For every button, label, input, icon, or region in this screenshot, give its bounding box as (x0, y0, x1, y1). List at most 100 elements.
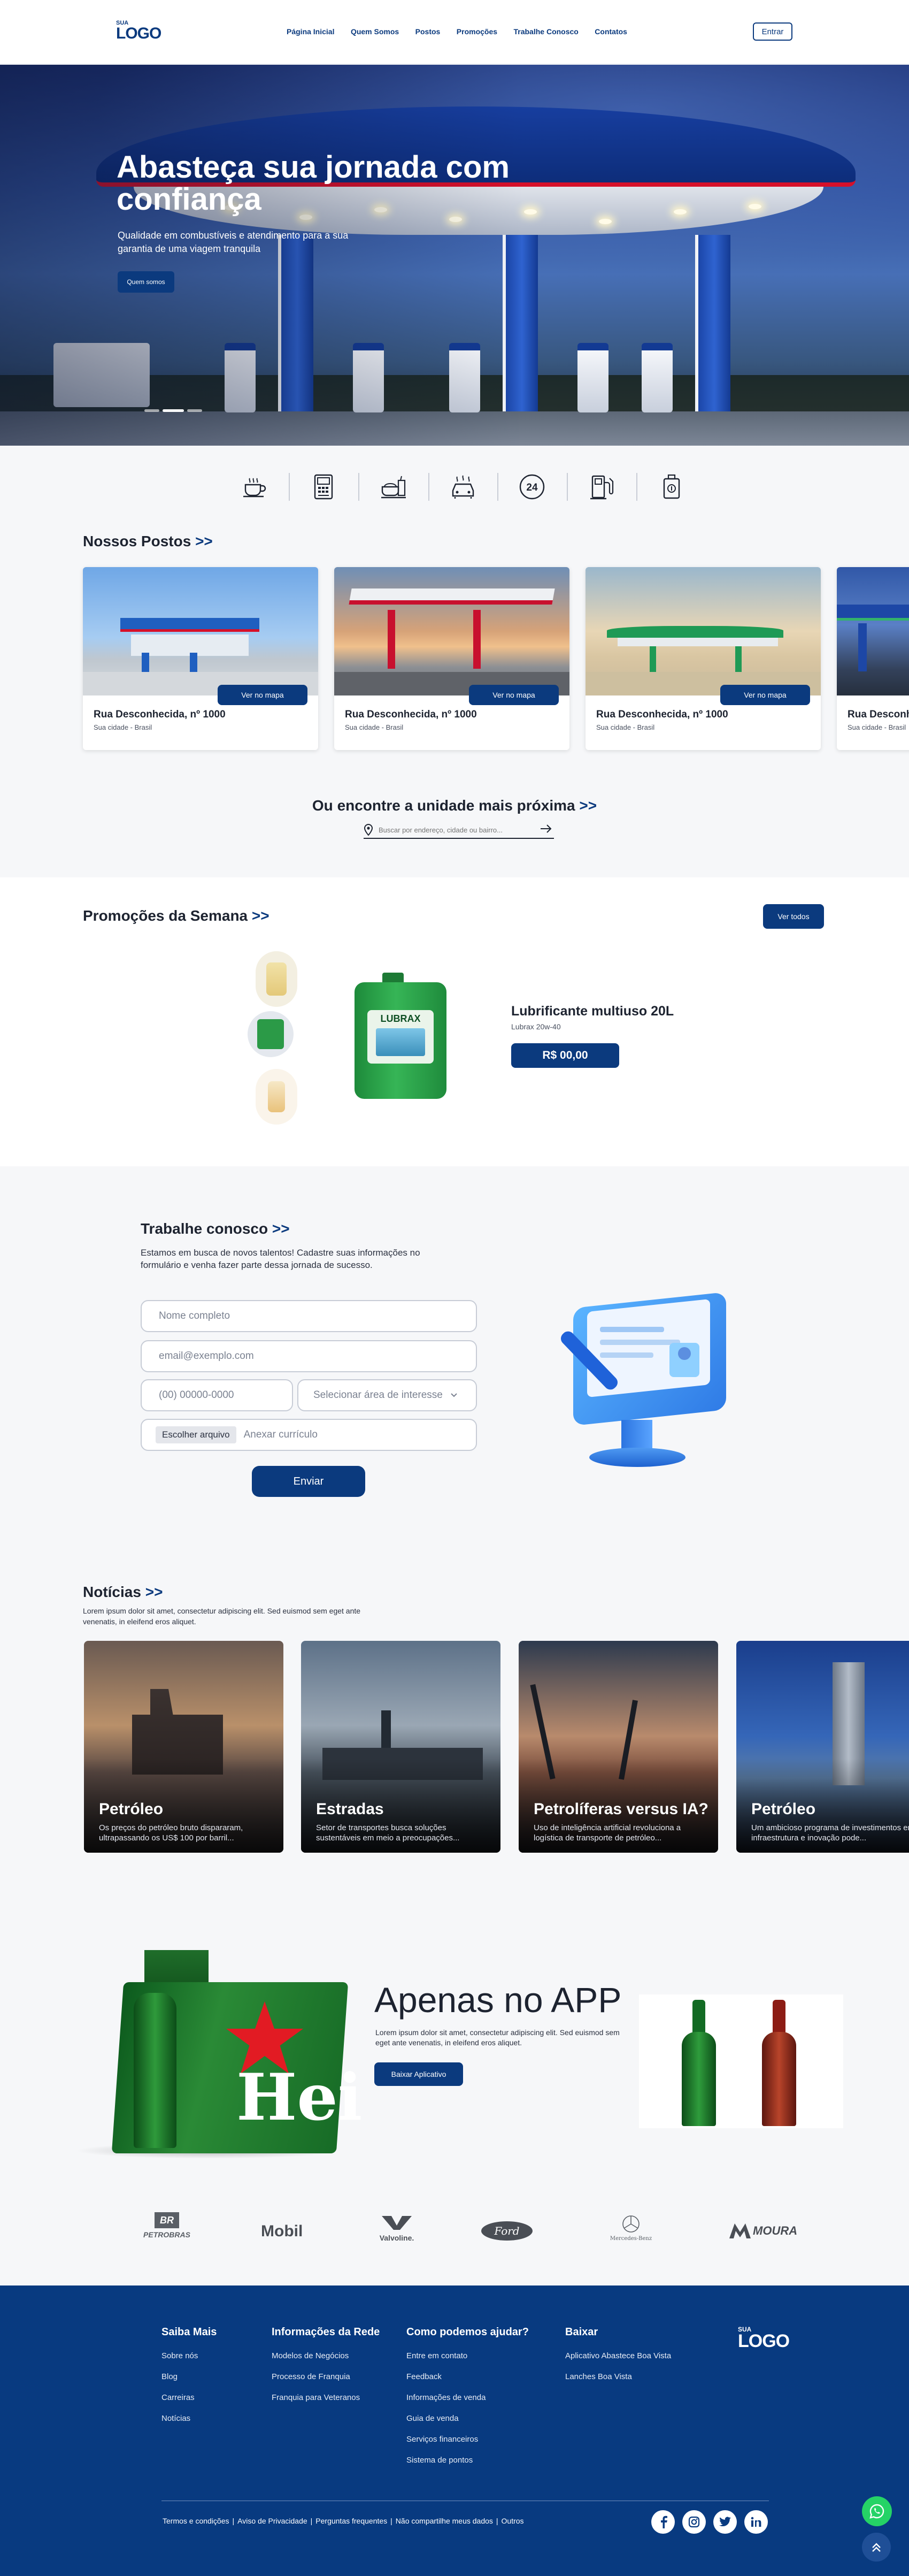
footer-link[interactable]: Aplicativo Abastece Boa Vista (565, 2351, 671, 2360)
moura-logo[interactable]: MOURA (729, 2223, 797, 2238)
footer-link[interactable]: Serviços financeiros (406, 2435, 529, 2444)
product-name: Lubrificante multiuso 20L (511, 1004, 674, 1019)
submit-button[interactable]: Enviar (252, 1466, 365, 1497)
brand-name: MOURA (753, 2224, 798, 2237)
product-price[interactable]: R$ 00,00 (511, 1043, 619, 1068)
footer-link[interactable]: Blog (161, 2372, 217, 2381)
station-card[interactable]: Ver no mapa Rua Desconhecida, nº 1000 Su… (83, 567, 318, 750)
station-city: Sua cidade - Brasil (345, 723, 404, 731)
product-thumbnail-active[interactable] (248, 1011, 294, 1057)
bottle-image (268, 1081, 285, 1112)
nav-promotions[interactable]: Promoções (457, 27, 497, 36)
station-card[interactable]: Ver no mapa Rua Desconhecida, nº 1000 Su… (586, 567, 821, 750)
carousel-dot-active[interactable] (163, 409, 184, 412)
login-button[interactable]: Entrar (753, 22, 792, 41)
instagram-icon[interactable] (682, 2510, 706, 2534)
news-card[interactable]: Estradas Setor de transportes busca solu… (301, 1641, 500, 1853)
legal-links: Termos e condições | Aviso de Privacidade… (163, 2517, 524, 2525)
linkedin-icon[interactable] (744, 2510, 768, 2534)
station-card[interactable]: Ver no mapa Rua Desconhecida, nº 1000 Su… (334, 567, 569, 750)
station-card[interactable]: Rua Desconhecida, nº 1000 Sua cidade - B… (837, 567, 909, 750)
footer-logo[interactable]: SUA LOGO (738, 2326, 790, 2350)
resume-upload[interactable]: Escolher arquivo Anexar currículo (141, 1419, 477, 1451)
footer-link[interactable]: Lanches Boa Vista (565, 2372, 671, 2381)
back-to-top-icon[interactable] (862, 2533, 891, 2562)
legal-link[interactable]: Aviso de Privacidade (237, 2517, 307, 2525)
news-card-text: Setor de transportes busca soluções sust… (316, 1823, 460, 1843)
petrobras-logo[interactable]: BR PETROBRAS (135, 2212, 199, 2239)
nav-stations[interactable]: Postos (415, 27, 441, 36)
mercedes-logo[interactable]: Mercedes-Benz (604, 2215, 658, 2242)
nav-contact[interactable]: Contatos (595, 27, 627, 36)
product-thumbnail[interactable] (256, 1069, 297, 1125)
nav-about[interactable]: Quem Somos (351, 27, 399, 36)
mobil-logo[interactable]: Mobil (261, 2222, 303, 2241)
location-search-input[interactable] (379, 824, 528, 836)
nav-careers[interactable]: Trabalhe Conosco (513, 27, 578, 36)
facebook-icon[interactable] (651, 2510, 675, 2534)
canopy-light (674, 209, 687, 215)
carousel-dot[interactable] (144, 409, 159, 412)
news-arrow[interactable]: >> (145, 1584, 163, 1600)
news-title: Notícias >> (83, 1584, 163, 1601)
green-bottle (682, 2032, 716, 2126)
footer-link[interactable]: Carreiras (161, 2393, 217, 2402)
twitter-icon[interactable] (713, 2510, 737, 2534)
promotions-arrow[interactable]: >> (252, 907, 269, 924)
footer-link[interactable]: Sistema de pontos (406, 2456, 529, 2465)
area-select[interactable]: Selecionar área de interesse (297, 1379, 477, 1411)
footer-link[interactable]: Sobre nós (161, 2351, 217, 2360)
news-card[interactable]: Petrolíferas versus IA? Uso de inteligên… (519, 1641, 718, 1853)
phone-field[interactable]: (00) 00000-0000 (141, 1379, 293, 1411)
pump (190, 653, 197, 674)
footer-link[interactable]: Processo de Franquia (272, 2372, 380, 2381)
footer-link[interactable]: Entre em contato (406, 2351, 529, 2360)
view-map-button[interactable]: Ver no mapa (720, 685, 810, 705)
legal-link[interactable]: Outros (502, 2517, 524, 2525)
see-all-button[interactable]: Ver todos (763, 904, 824, 929)
hero-carousel-dots (144, 405, 205, 415)
divider (358, 473, 359, 501)
arrow-right-icon[interactable] (540, 824, 552, 836)
view-map-button[interactable]: Ver no mapa (469, 685, 559, 705)
canopy-light (524, 209, 537, 215)
ford-logo[interactable]: Ford (481, 2221, 533, 2241)
pillar (695, 235, 730, 411)
footer-col-download: Baixar Aplicativo Abastece Boa Vista Lan… (565, 2326, 671, 2393)
footer-link[interactable]: Notícias (161, 2414, 217, 2423)
valvoline-logo[interactable]: Valvoline. (375, 2215, 418, 2242)
name-field[interactable]: Nome completo (141, 1300, 477, 1332)
pillar (858, 623, 867, 671)
carousel-dot[interactable] (187, 409, 202, 412)
area-select-value: Selecionar área de interesse (313, 1389, 443, 1401)
footer-col-help: Como podemos ajudar? Entre em contato Fe… (406, 2326, 529, 2476)
legal-link[interactable]: Perguntas frequentes (315, 2517, 387, 2525)
legal-link[interactable]: Não compartilhe meus dados (396, 2517, 493, 2525)
news-card[interactable]: Petróleo Um ambicioso programa de invest… (736, 1641, 909, 1853)
about-us-button[interactable]: Quem somos (118, 271, 174, 293)
news-card[interactable]: Petróleo Os preços do petróleo bruto dis… (84, 1641, 283, 1853)
canopy (349, 588, 555, 605)
footer-link[interactable]: Modelos de Negócios (272, 2351, 380, 2360)
view-map-button[interactable]: Ver no mapa (218, 685, 307, 705)
monitor-neck (621, 1420, 652, 1452)
stations-arrow[interactable]: >> (195, 533, 213, 549)
footer-link[interactable]: Feedback (406, 2372, 529, 2381)
download-app-button[interactable]: Baixar Aplicativo (374, 2062, 463, 2086)
news-title-text: Notícias (83, 1584, 141, 1600)
legal-link[interactable]: Termos e condições (163, 2517, 229, 2525)
brand-name: Valvoline. (379, 2234, 414, 2242)
logo[interactable]: SUA LOGO (116, 20, 161, 42)
footer-link[interactable]: Franquia para Veteranos (272, 2393, 380, 2402)
fuel-pump (642, 343, 673, 412)
email-field[interactable]: email@exemplo.com (141, 1340, 477, 1372)
choose-file-button[interactable]: Escolher arquivo (156, 1426, 236, 1443)
whatsapp-icon[interactable] (862, 2496, 892, 2526)
footer-link[interactable]: Guia de venda (406, 2414, 529, 2423)
footer-heading: Saiba Mais (161, 2326, 217, 2338)
nav-home[interactable]: Página Inicial (287, 27, 334, 36)
product-thumbnail[interactable] (256, 951, 297, 1007)
location-search[interactable] (364, 822, 554, 839)
footer-link[interactable]: Informações de venda (406, 2393, 529, 2402)
divider (636, 473, 637, 501)
